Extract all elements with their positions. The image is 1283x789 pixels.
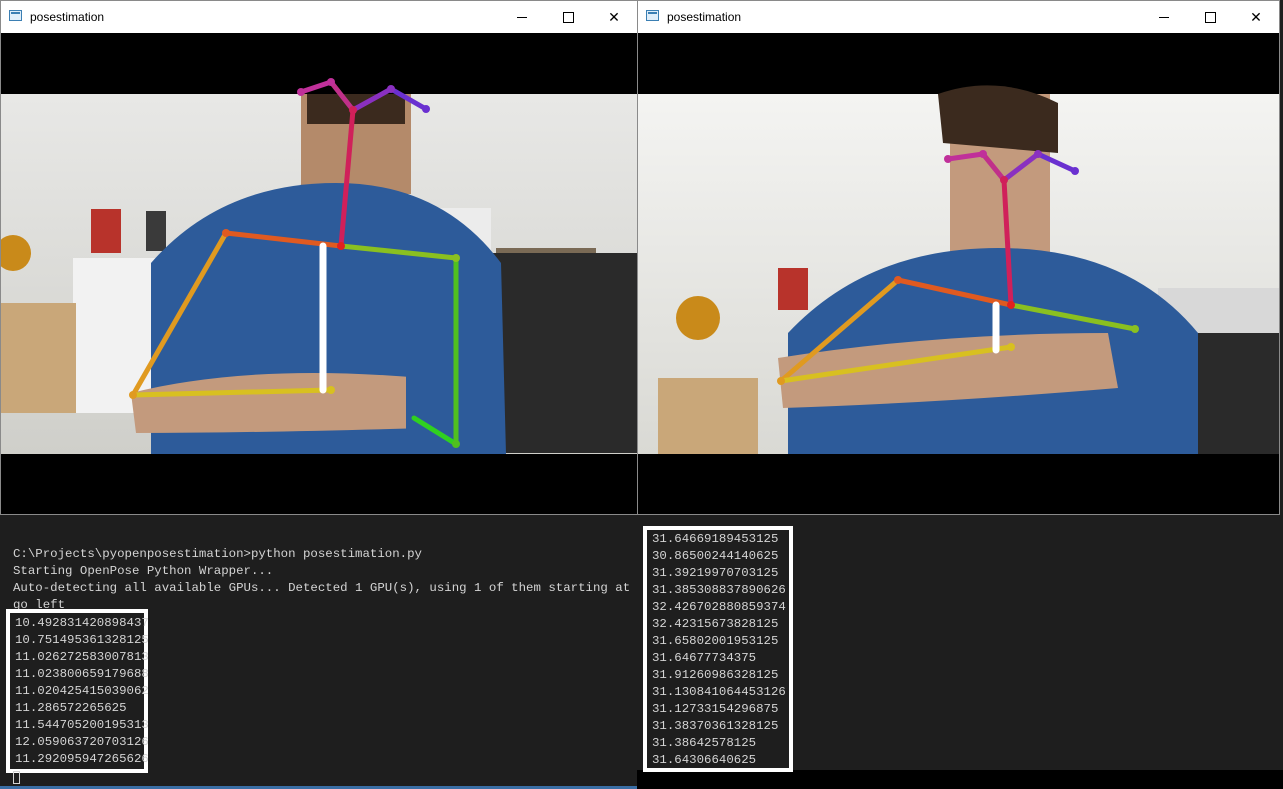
black-strip xyxy=(637,770,1283,789)
value-line: 30.86500244140625 xyxy=(652,549,779,563)
value-line: 11.286572265625 xyxy=(15,701,127,715)
minimize-icon xyxy=(517,16,527,18)
pose-frame-right xyxy=(638,33,1279,514)
close-button[interactable]: ✕ xyxy=(1233,1,1279,33)
title-bar[interactable]: posestimation ✕ xyxy=(638,1,1279,33)
value-line: 31.38642578125 xyxy=(652,736,757,750)
camera-feed xyxy=(638,33,1279,514)
title-bar[interactable]: posestimation ✕ xyxy=(1,1,637,33)
highlighted-values-left: 10.492831420898437 10.751495361328125 11… xyxy=(6,609,149,773)
maximize-icon xyxy=(562,11,574,23)
value-line: 32.42315673828125 xyxy=(652,617,779,631)
value-line: 10.751495361328125 xyxy=(15,633,149,647)
terminal-cursor xyxy=(13,771,20,784)
minimize-icon xyxy=(1159,16,1169,18)
minimize-button[interactable] xyxy=(1141,1,1187,33)
maximize-icon xyxy=(1204,11,1216,23)
camera-feed xyxy=(1,33,637,514)
close-icon: ✕ xyxy=(1250,8,1262,25)
value-line: 31.38370361328125 xyxy=(652,719,779,733)
value-line: 12.059063720703126 xyxy=(15,735,149,749)
value-line: 11.023800659179688 xyxy=(15,667,149,681)
window-title: posestimation xyxy=(667,10,742,24)
highlighted-values-right: 31.64669189453125 30.86500244140625 31.3… xyxy=(643,526,793,772)
close-icon: ✕ xyxy=(608,8,620,25)
value-line: 31.12733154296875 xyxy=(652,702,779,716)
terminal-line: Starting OpenPose Python Wrapper... xyxy=(13,564,274,578)
value-line: 11.292095947265626 xyxy=(15,752,149,766)
value-line: 31.64306640625 xyxy=(652,753,757,767)
app-window-icon xyxy=(9,10,22,21)
command-line: C:\Projects\pyopenposestimation>python p… xyxy=(13,547,422,561)
value-line: 31.130841064453126 xyxy=(652,685,786,699)
value-line: 31.65802001953125 xyxy=(652,634,779,648)
value-line: 31.385308837890626 xyxy=(652,583,786,597)
minimize-button[interactable] xyxy=(499,1,545,33)
window-title: posestimation xyxy=(30,10,105,24)
value-line: 11.026272583007813 xyxy=(15,650,149,664)
pose-window-left: posestimation ✕ xyxy=(0,0,638,515)
value-line: 32.426702880859374 xyxy=(652,600,786,614)
pose-frame-left xyxy=(1,33,637,514)
maximize-button[interactable] xyxy=(1187,1,1233,33)
close-button[interactable]: ✕ xyxy=(591,1,637,33)
terminal-line: Auto-detecting all available GPUs... Det… xyxy=(13,581,675,595)
value-line: 31.64669189453125 xyxy=(652,532,779,546)
value-line: 31.91260986328125 xyxy=(652,668,779,682)
value-line: 11.020425415039062 xyxy=(15,684,149,698)
value-line: 31.39219970703125 xyxy=(652,566,779,580)
value-line: 10.492831420898437 xyxy=(15,616,149,630)
app-window-icon xyxy=(646,10,659,21)
maximize-button[interactable] xyxy=(545,1,591,33)
value-line: 31.64677734375 xyxy=(652,651,757,665)
value-line: 11.544705200195313 xyxy=(15,718,149,732)
pose-window-right: posestimation ✕ xyxy=(637,0,1280,515)
